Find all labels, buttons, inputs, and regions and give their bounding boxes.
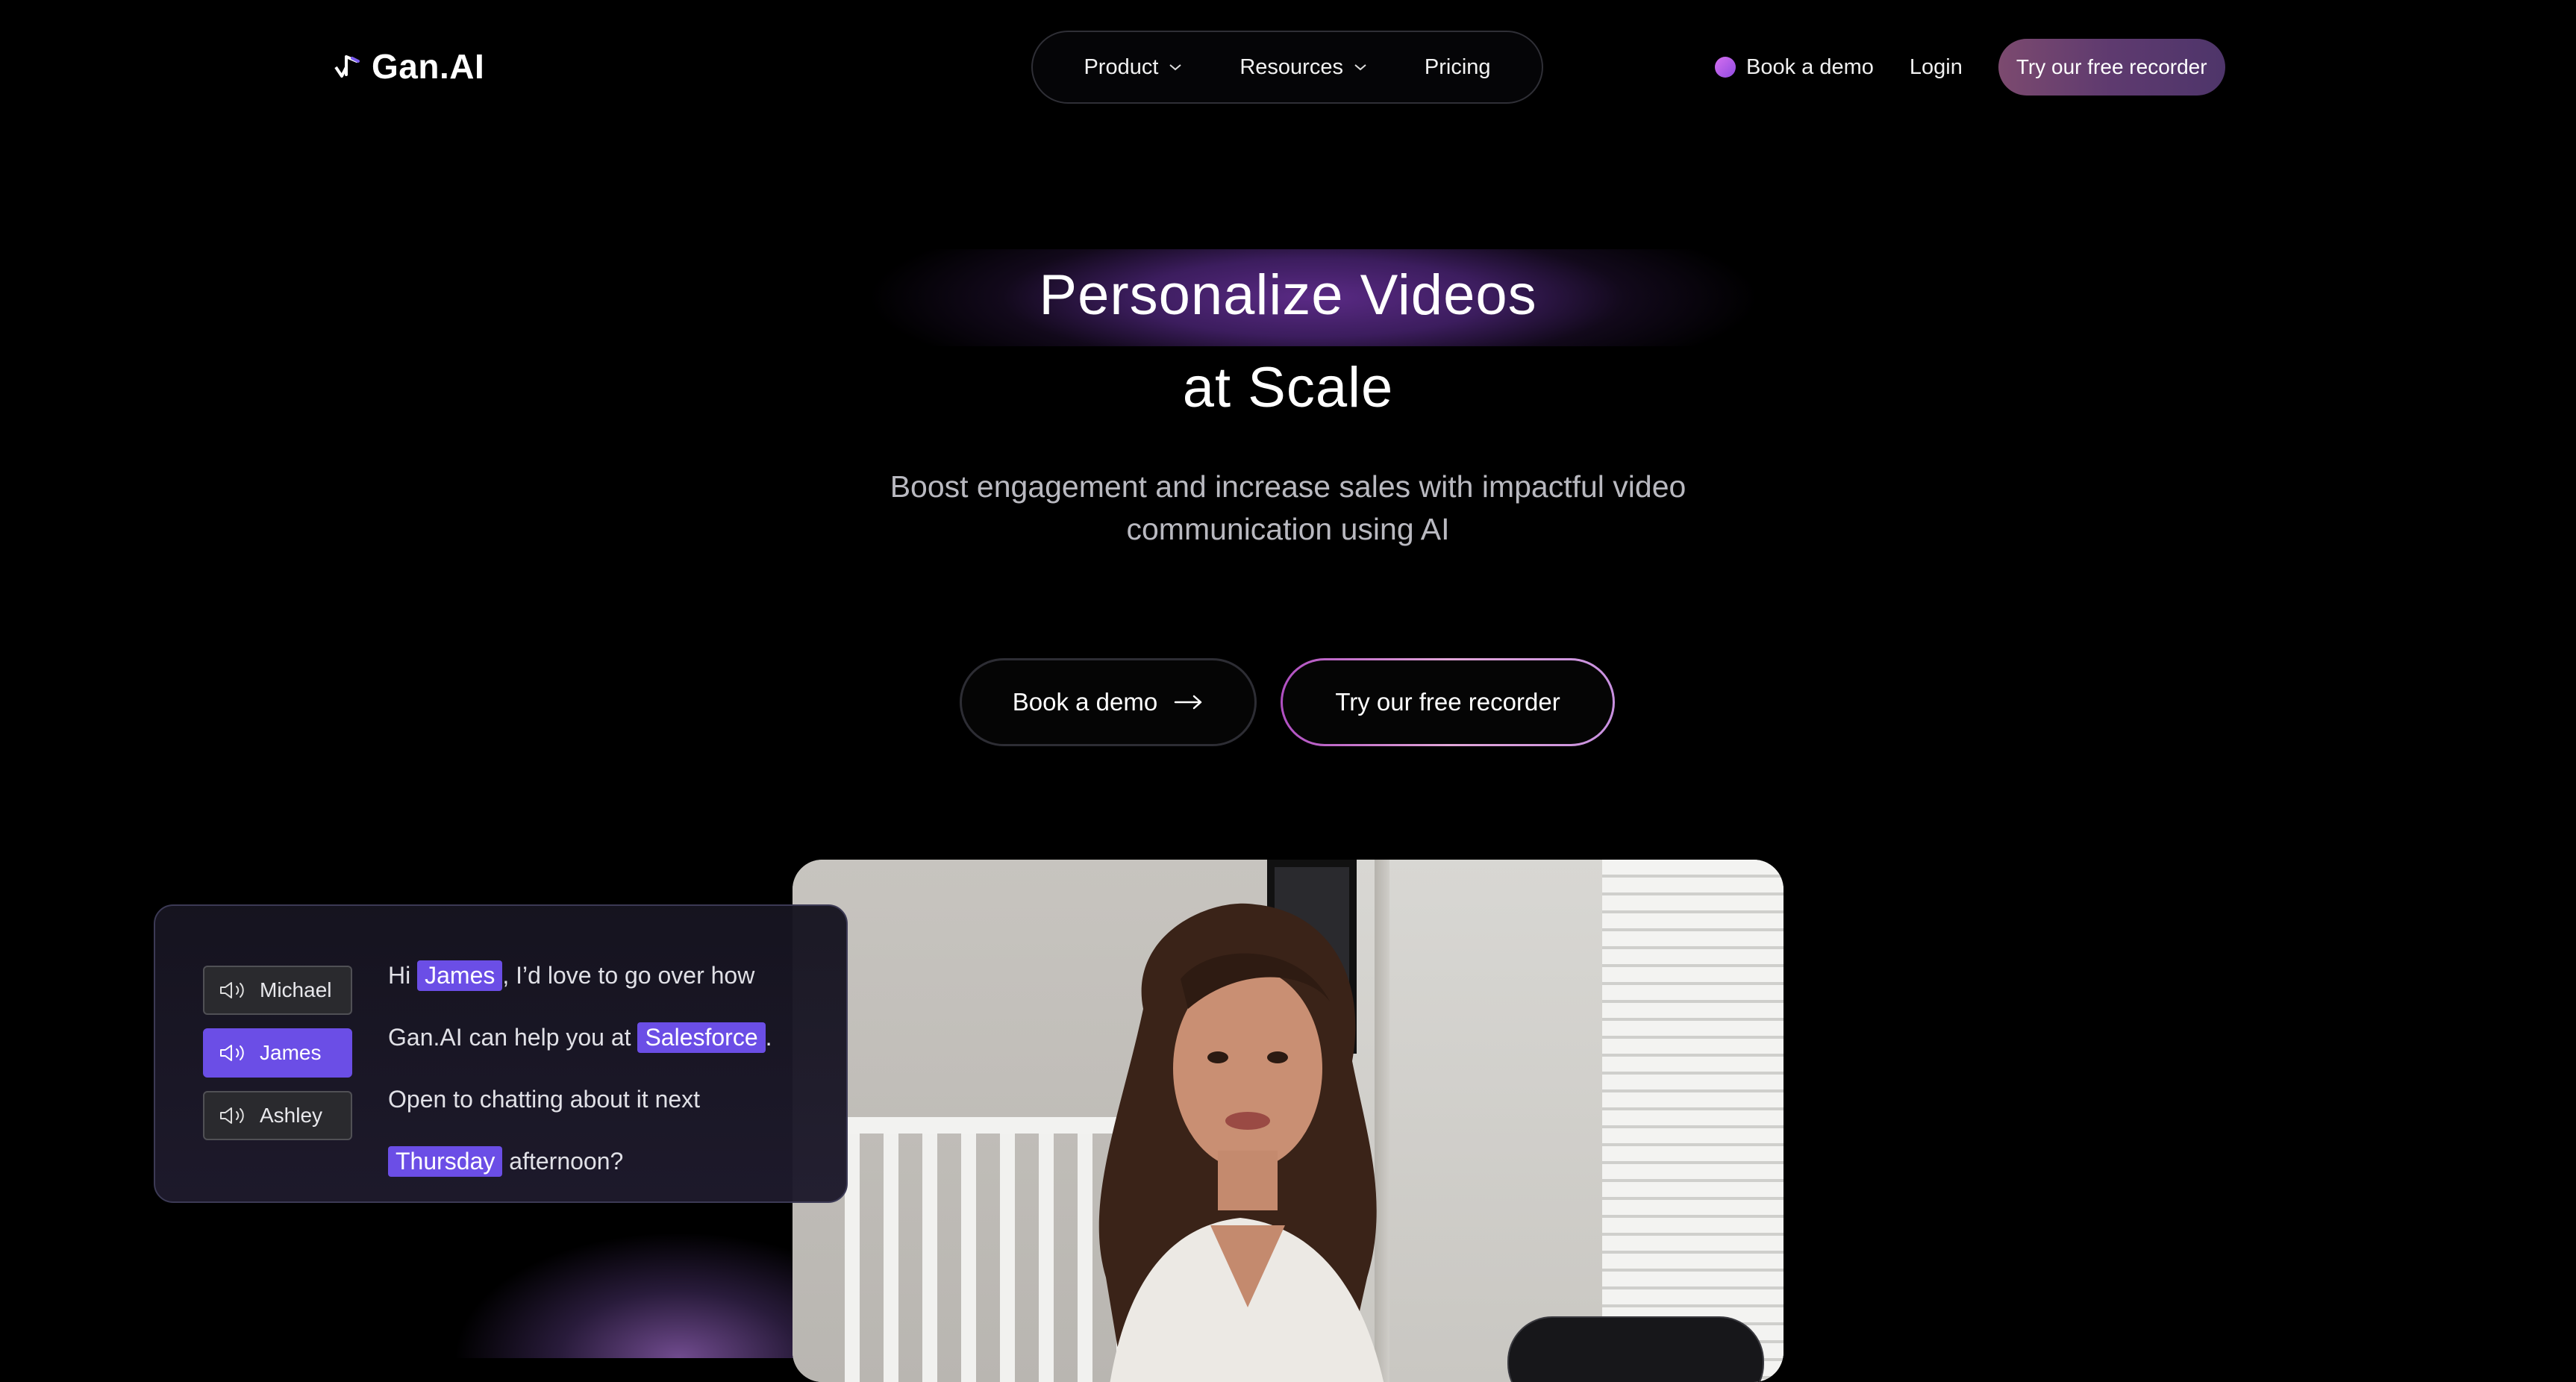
name-option-ashley[interactable]: Ashley <box>203 1091 352 1140</box>
nav-try-recorder-button[interactable]: Try our free recorder <box>1998 39 2225 96</box>
nav-book-demo-label: Book a demo <box>1746 54 1874 79</box>
presenter-image <box>1098 903 1384 1382</box>
name-option-label: Michael <box>260 978 332 1001</box>
personalized-script: Hi James , I’d love to go over how Gan.A… <box>388 945 821 1192</box>
status-dot-icon <box>1715 57 1736 78</box>
nav-resources-label: Resources <box>1239 54 1343 79</box>
try-recorder-label: Try our free recorder <box>1283 660 1613 744</box>
script-text: Gan.AI can help you at <box>388 1024 631 1051</box>
book-demo-label: Book a demo <box>1012 688 1158 716</box>
nav-resources[interactable]: Resources <box>1239 55 1367 80</box>
personalization-card: Michael James Ashley Hi James , I’d love… <box>154 904 848 1203</box>
book-demo-button[interactable]: Book a demo <box>960 658 1257 746</box>
hero-title-line1: Personalize Videos <box>1039 263 1537 327</box>
name-option-james[interactable]: James <box>203 1028 352 1078</box>
name-option-michael[interactable]: Michael <box>203 966 352 1015</box>
nav-product[interactable]: Product <box>1084 55 1182 80</box>
nav-pricing-label: Pricing <box>1424 54 1491 79</box>
brand-name: Gan.AI <box>372 47 485 86</box>
speaker-icon <box>220 1045 244 1061</box>
variable-company-highlight: Salesforce <box>637 1022 766 1053</box>
variable-day-highlight: Thursday <box>388 1146 503 1177</box>
nav-book-demo-link[interactable]: Book a demo <box>1715 55 1874 80</box>
hero-title-line2: at Scale <box>1182 356 1394 419</box>
script-text: Hi <box>388 962 411 989</box>
name-option-label: James <box>260 1041 322 1064</box>
chevron-down-icon <box>1354 64 1366 71</box>
name-selector: Michael James Ashley <box>203 966 352 1140</box>
script-text: afternoon? <box>509 1148 624 1175</box>
login-link[interactable]: Login <box>1910 55 1963 80</box>
speaker-icon <box>220 982 244 998</box>
speaker-icon <box>220 1107 244 1124</box>
logo-icon <box>334 55 360 78</box>
nav-product-label: Product <box>1084 54 1159 79</box>
nav-actions: Book a demo Login Try our free recorder <box>1715 39 2225 96</box>
script-text: Open to chatting about it next <box>388 1086 701 1113</box>
arrow-right-icon <box>1174 695 1202 710</box>
name-option-label: Ashley <box>260 1104 323 1127</box>
script-line: Hi James , I’d love to go over how <box>388 945 821 1007</box>
demo-video[interactable] <box>793 860 1783 1382</box>
main-nav: Product Resources Pricing <box>1031 31 1543 104</box>
script-text: . <box>765 1024 772 1051</box>
chevron-down-icon <box>1169 64 1182 71</box>
try-recorder-button[interactable]: Try our free recorder <box>1281 658 1615 746</box>
nav-pricing[interactable]: Pricing <box>1425 55 1491 80</box>
video-window-blinds <box>1602 860 1783 1382</box>
video-control-pill[interactable] <box>1507 1316 1764 1382</box>
hero-subtitle: Boost engagement and increase sales with… <box>890 469 1686 546</box>
variable-name-highlight: James <box>417 960 503 991</box>
script-line: Thursday afternoon? <box>388 1131 821 1192</box>
brand-logo[interactable]: Gan.AI <box>331 46 484 87</box>
script-text: , I’d love to go over how <box>502 962 755 989</box>
script-line: Gan.AI can help you at Salesforce . <box>388 1007 821 1069</box>
script-line: Open to chatting about it next <box>388 1069 821 1131</box>
